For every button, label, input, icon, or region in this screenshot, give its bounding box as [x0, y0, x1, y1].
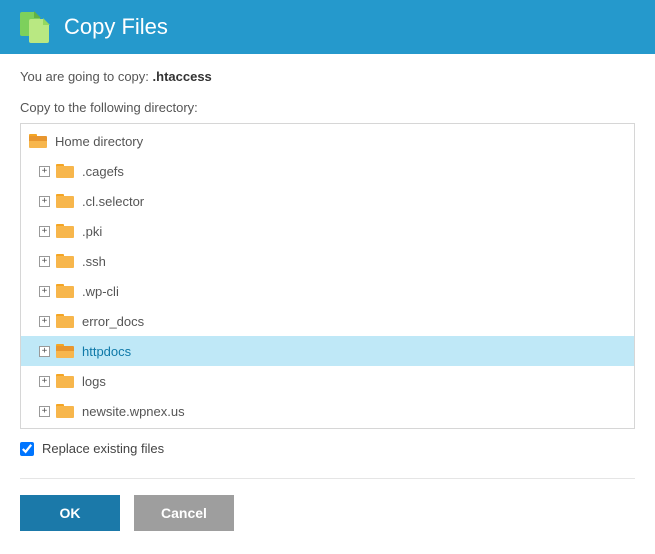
folder-icon [56, 164, 74, 178]
tree-item-logs[interactable]: + logs [21, 366, 634, 396]
ok-button[interactable]: OK [20, 495, 120, 531]
button-row: OK Cancel [20, 495, 635, 531]
tree-item-label: error_docs [82, 314, 144, 329]
intro-prefix: You are going to copy: [20, 69, 153, 84]
folder-open-icon [56, 344, 74, 358]
tree-item-label: .ssh [82, 254, 106, 269]
tree-item-label: .cagefs [82, 164, 124, 179]
replace-checkbox-row[interactable]: Replace existing files [20, 441, 635, 456]
tree-root-label: Home directory [55, 134, 143, 149]
divider [20, 478, 635, 479]
expand-icon[interactable]: + [39, 376, 50, 387]
tree-item-label: .pki [82, 224, 102, 239]
tree-item-label: logs [82, 374, 106, 389]
tree-item--ssh[interactable]: + .ssh [21, 246, 634, 276]
copy-files-icon [20, 12, 50, 42]
tree-item-label: .cl.selector [82, 194, 144, 209]
expand-icon[interactable]: + [39, 256, 50, 267]
expand-icon[interactable]: + [39, 286, 50, 297]
folder-icon [56, 314, 74, 328]
tree-item-label: httpdocs [82, 344, 131, 359]
tree-item-httpdocs[interactable]: + httpdocs [21, 336, 634, 366]
folder-open-icon [29, 134, 47, 148]
directory-tree: Home directory + .cagefs + .cl.selector + .pk… [20, 123, 635, 429]
folder-icon [56, 194, 74, 208]
folder-icon [56, 284, 74, 298]
folder-icon [56, 254, 74, 268]
tree-item-label: newsite.wpnex.us [82, 404, 185, 419]
expand-icon[interactable]: + [39, 196, 50, 207]
expand-icon[interactable]: + [39, 346, 50, 357]
expand-icon[interactable]: + [39, 226, 50, 237]
tree-item-error-docs[interactable]: + error_docs [21, 306, 634, 336]
tree-item-label: .wp-cli [82, 284, 119, 299]
folder-icon [56, 224, 74, 238]
expand-icon[interactable]: + [39, 316, 50, 327]
tree-item-newsite-wpnex-us[interactable]: + newsite.wpnex.us [21, 396, 634, 426]
tree-item--pki[interactable]: + .pki [21, 216, 634, 246]
tree-item--cagefs[interactable]: + .cagefs [21, 156, 634, 186]
folder-icon [56, 404, 74, 418]
intro-filename: .htaccess [153, 69, 212, 84]
expand-icon[interactable]: + [39, 166, 50, 177]
folder-icon [56, 374, 74, 388]
replace-checkbox[interactable] [20, 442, 34, 456]
tree-item--wp-cli[interactable]: + .wp-cli [21, 276, 634, 306]
expand-icon[interactable]: + [39, 406, 50, 417]
dialog-header: Copy Files [0, 0, 655, 54]
dialog-title: Copy Files [64, 14, 168, 40]
directory-label: Copy to the following directory: [20, 100, 635, 115]
copy-intro: You are going to copy: .htaccess [20, 69, 635, 84]
replace-label: Replace existing files [42, 441, 164, 456]
tree-item--cl-selector[interactable]: + .cl.selector [21, 186, 634, 216]
tree-root[interactable]: Home directory [21, 126, 634, 156]
cancel-button[interactable]: Cancel [134, 495, 234, 531]
